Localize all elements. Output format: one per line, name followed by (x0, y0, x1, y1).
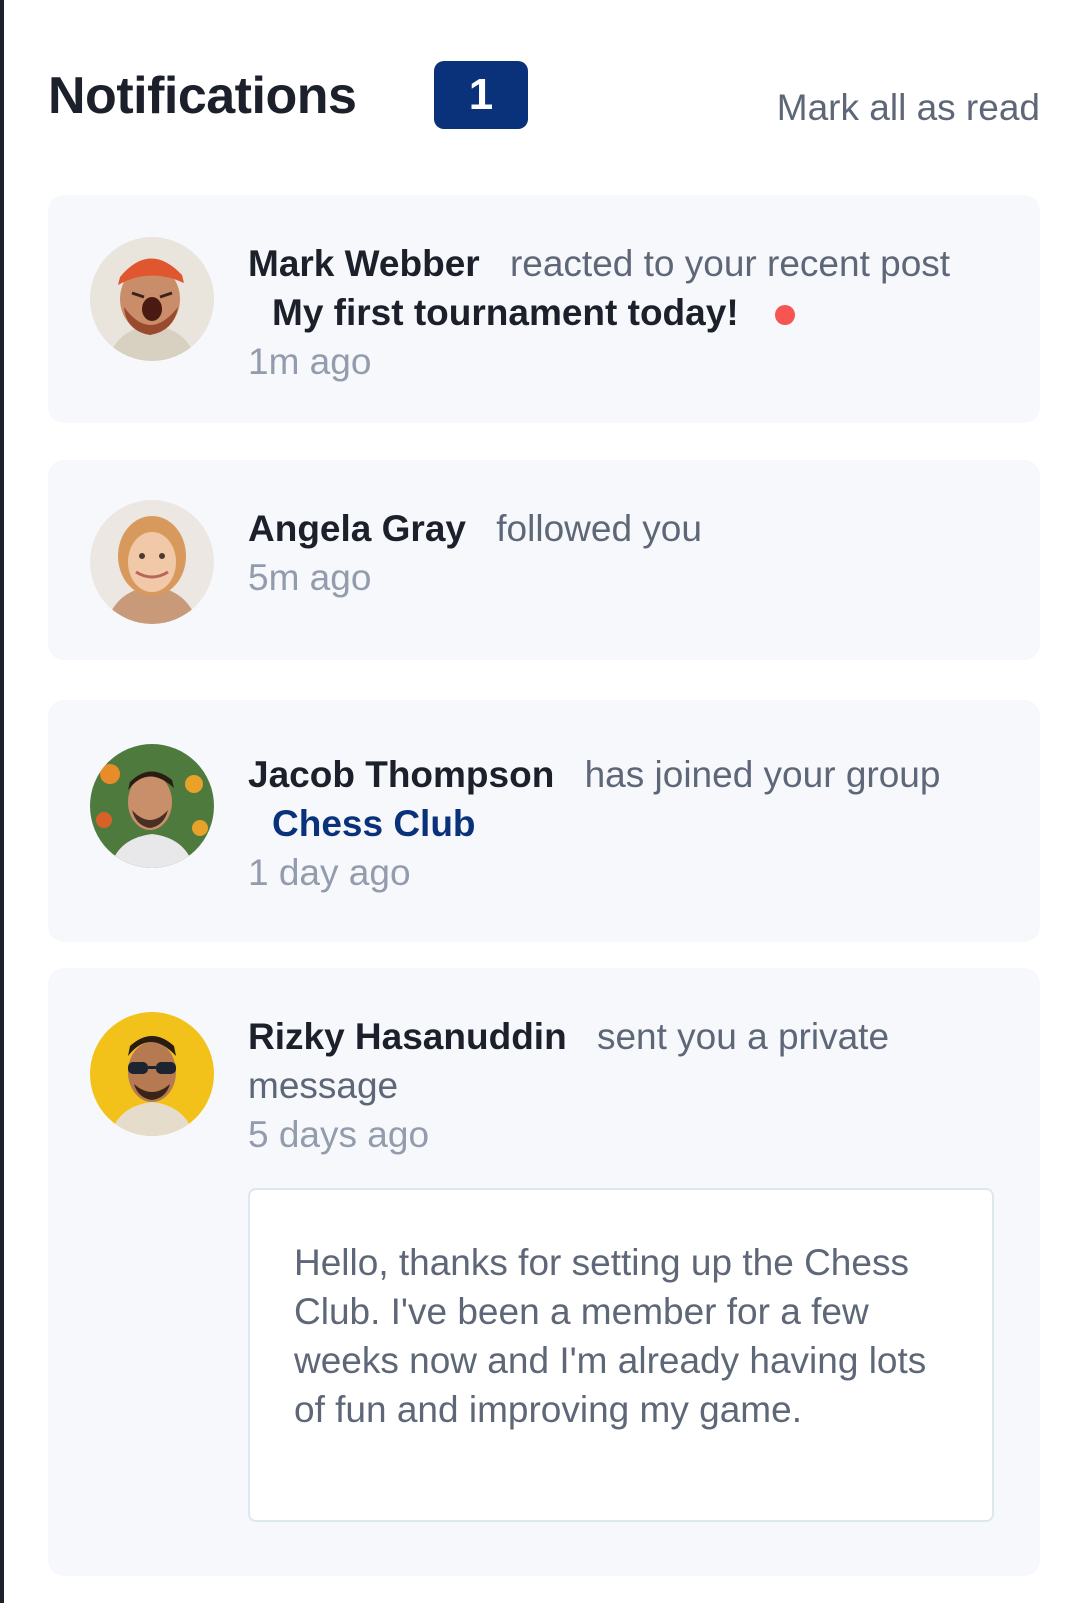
notification-card[interactable]: Jacob Thompson has joined your group Che… (48, 700, 1040, 942)
notification-text: Mark Webber reacted to your recent post … (248, 239, 1000, 386)
notification-user-name[interactable]: Jacob Thompson (248, 754, 554, 795)
avatar-jacob-thompson[interactable] (90, 744, 214, 868)
left-border (0, 0, 4, 1603)
notifications-header: Notifications 1 Mark all as read (48, 0, 1040, 170)
avatar-mark-webber[interactable] (90, 237, 214, 361)
notification-post-link[interactable]: My first tournament today! (272, 292, 739, 333)
private-message-box[interactable]: Hello, thanks for setting up the Chess C… (248, 1188, 994, 1522)
notification-user-name[interactable]: Mark Webber (248, 243, 480, 284)
notification-time: 5m ago (248, 557, 372, 598)
notification-time: 1 day ago (248, 852, 411, 893)
notification-text: Angela Gray followed you 5m ago (248, 504, 1000, 602)
notification-action: reacted to your recent post (509, 243, 951, 284)
notifications-panel: Notifications 1 Mark all as read Mark We… (48, 0, 1040, 1576)
mark-all-as-read-link[interactable]: Mark all as read (777, 86, 1040, 130)
notification-text: Rizky Hasanuddin sent you a private mess… (248, 1012, 1000, 1159)
avatar-angela-gray[interactable] (90, 500, 214, 624)
page-title: Notifications (48, 67, 357, 125)
notification-action: followed you (496, 508, 702, 549)
unread-dot-icon (774, 305, 795, 326)
notification-time: 5 days ago (248, 1114, 430, 1155)
notification-card[interactable]: Mark Webber reacted to your recent post … (48, 195, 1040, 423)
notification-group-link[interactable]: Chess Club (272, 803, 476, 844)
notification-card[interactable]: Angela Gray followed you 5m ago (48, 460, 1040, 660)
notification-text: Jacob Thompson has joined your group Che… (248, 750, 1000, 897)
notification-user-name[interactable]: Rizky Hasanuddin (248, 1016, 567, 1057)
notification-user-name[interactable]: Angela Gray (248, 508, 466, 549)
notification-time: 1m ago (248, 341, 372, 382)
avatar-rizky-hasanuddin[interactable] (90, 1012, 214, 1136)
notification-card[interactable]: Rizky Hasanuddin sent you a private mess… (48, 968, 1040, 1576)
unread-count-badge: 1 (434, 61, 528, 129)
private-message-text: Hello, thanks for setting up the Chess C… (294, 1242, 927, 1430)
notification-action: has joined your group (584, 754, 941, 795)
